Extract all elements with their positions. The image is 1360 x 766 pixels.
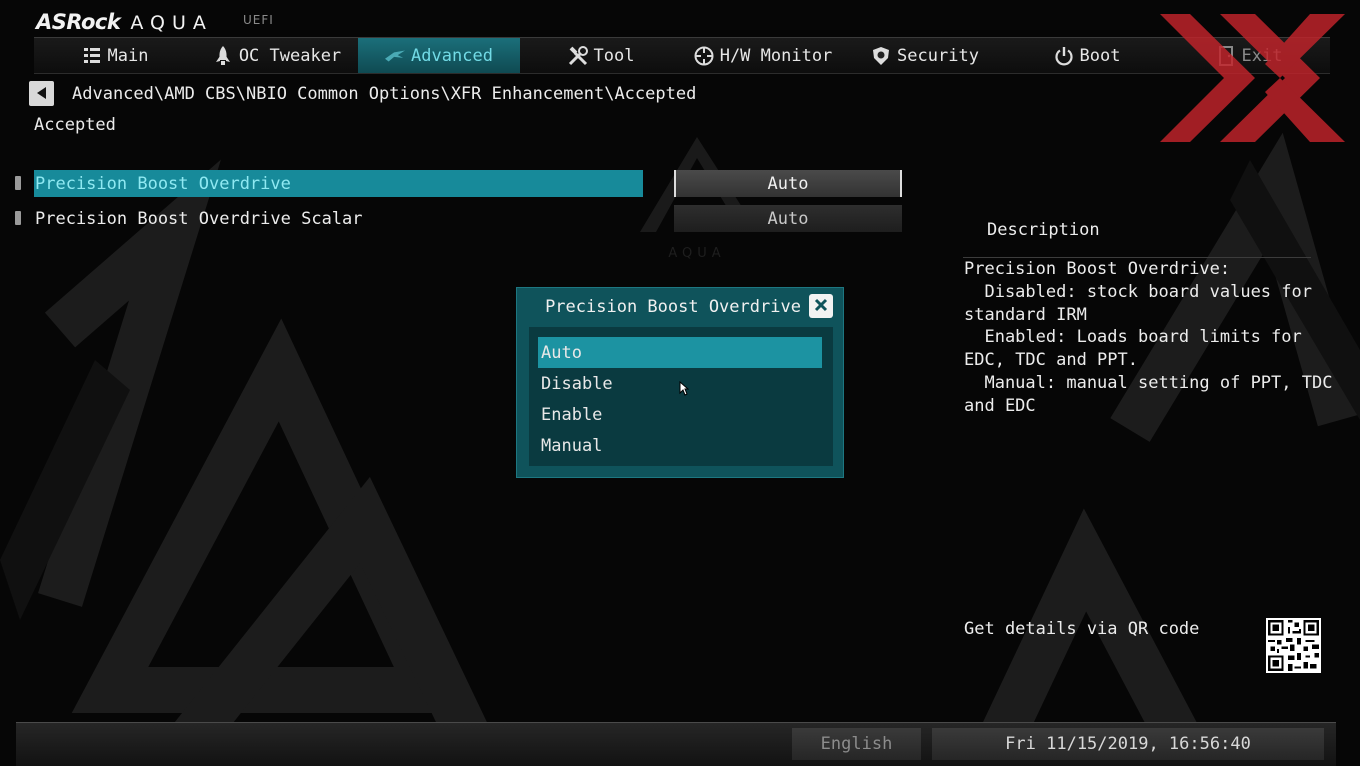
main-navigation: Main OC Tweaker Advanced Tool H/W Monito…	[34, 37, 1330, 74]
option-manual[interactable]: Manual	[538, 430, 822, 461]
qr-caption: Get details via QR code	[964, 619, 1200, 639]
datetime-display: Fri 11/15/2019, 16:56:40	[932, 728, 1324, 760]
tab-exit[interactable]: Exit	[1168, 38, 1330, 73]
tab-advanced[interactable]: Advanced	[358, 38, 520, 73]
row-handle	[15, 176, 21, 190]
tab-label: Main	[107, 45, 149, 66]
row-handle	[15, 211, 21, 225]
tab-label: Exit	[1241, 45, 1283, 66]
tab-boot[interactable]: Boot	[1006, 38, 1168, 73]
setting-value-precision-boost-overdrive-scalar[interactable]: Auto	[674, 205, 902, 232]
qr-code-icon	[1266, 618, 1321, 673]
setting-precision-boost-overdrive[interactable]: Precision Boost Overdrive	[34, 170, 643, 197]
setting-value-precision-boost-overdrive[interactable]: Auto	[674, 170, 902, 197]
description-title: Description	[987, 220, 1100, 240]
tab-security[interactable]: Security	[844, 38, 1006, 73]
crosshair-icon	[694, 46, 714, 66]
tab-label: OC Tweaker	[238, 45, 342, 66]
page-title: Accepted	[34, 115, 116, 135]
arrow-left-icon	[36, 84, 47, 103]
option-auto[interactable]: Auto	[538, 337, 822, 368]
breadcrumb: Advanced\AMD CBS\NBIO Common Options\XFR…	[72, 84, 697, 104]
tab-hw-monitor[interactable]: H/W Monitor	[682, 38, 844, 73]
popup-title: Precision Boost Overdrive	[545, 297, 801, 317]
list-icon	[82, 46, 102, 66]
close-button[interactable]	[809, 294, 833, 318]
door-icon	[1216, 45, 1236, 66]
back-button[interactable]	[29, 81, 54, 106]
language-button[interactable]: English	[792, 728, 921, 760]
tab-label: Security	[897, 45, 979, 66]
shield-icon	[871, 46, 891, 66]
star-icon	[385, 46, 406, 66]
tab-label: Advanced	[411, 45, 493, 66]
tab-label: Boot	[1079, 45, 1121, 66]
rocket-icon	[213, 45, 233, 66]
brand-name: ASRock	[36, 10, 121, 34]
close-icon	[814, 297, 828, 316]
tab-main[interactable]: Main	[34, 38, 196, 73]
tools-icon	[568, 45, 588, 66]
option-list: Auto Disable Enable Manual	[529, 327, 833, 466]
description-text: Precision Boost Overdrive: Disabled: sto…	[964, 259, 1333, 416]
mouse-cursor-icon	[679, 381, 689, 396]
tab-tool[interactable]: Tool	[520, 38, 682, 73]
option-enable[interactable]: Enable	[538, 399, 822, 430]
brand-product: AQUA	[130, 12, 213, 34]
tab-label: Tool	[593, 45, 635, 66]
tab-label: H/W Monitor	[719, 45, 833, 66]
tab-oc-tweaker[interactable]: OC Tweaker	[196, 38, 358, 73]
setting-precision-boost-overdrive-scalar[interactable]: Precision Boost Overdrive Scalar	[34, 205, 643, 232]
svg-text:AQUA: AQUA	[668, 246, 725, 261]
brand-logo: ASRock AQUA	[36, 6, 213, 34]
brand-suffix: UEFI	[243, 13, 274, 27]
power-icon	[1054, 46, 1074, 66]
